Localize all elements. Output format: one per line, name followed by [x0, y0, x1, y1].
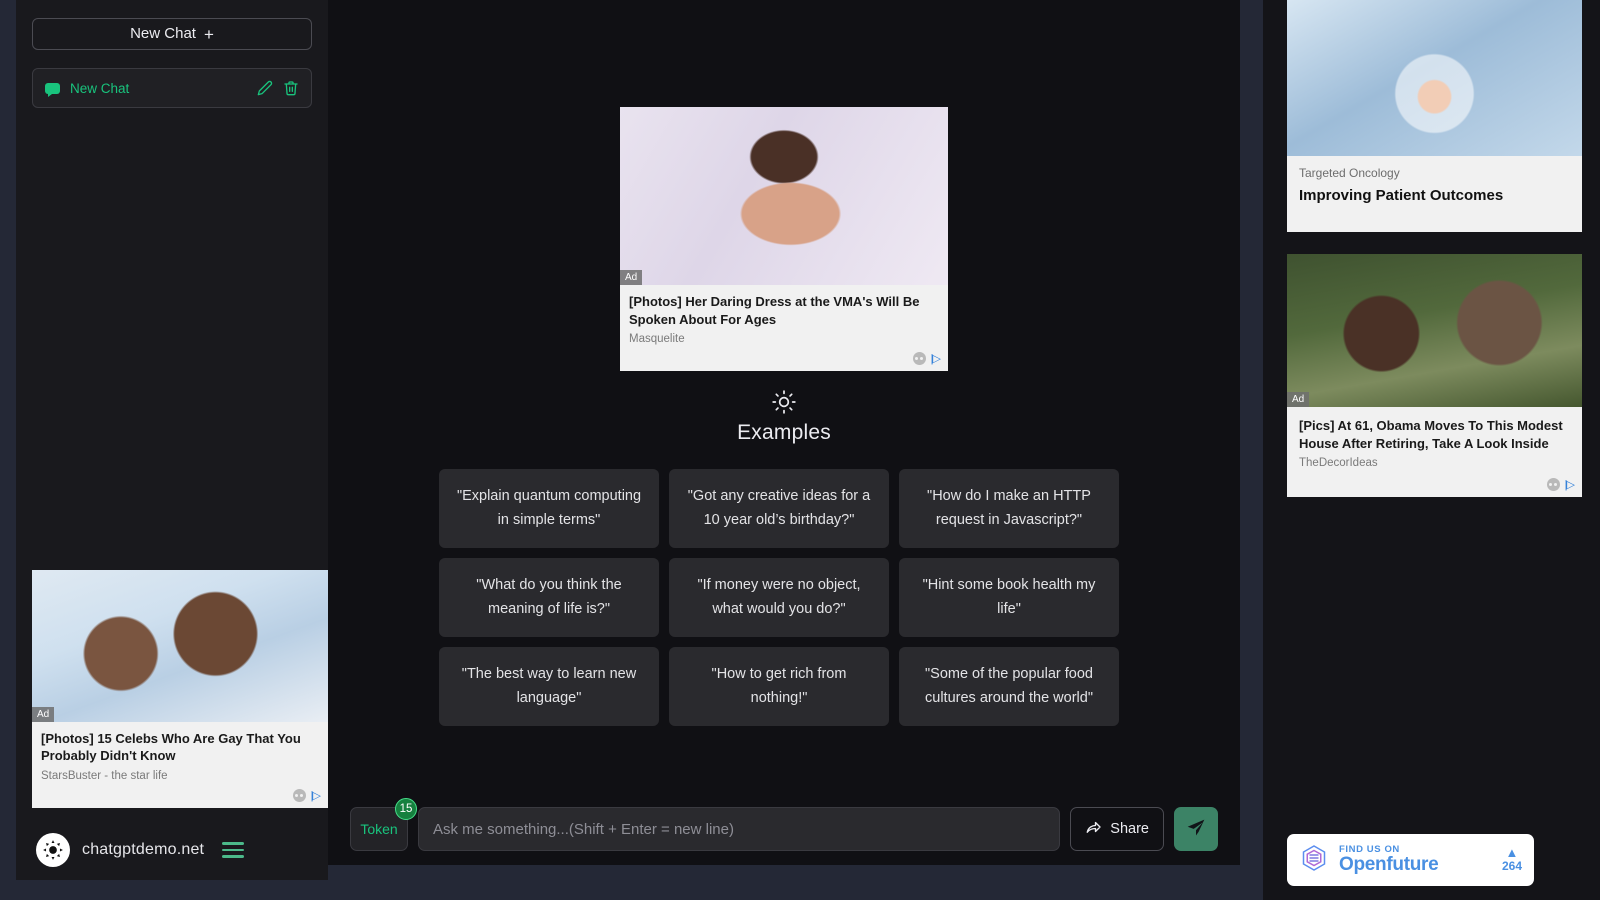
- trash-icon[interactable]: [283, 80, 299, 96]
- right-ad-medical-headline: Improving Patient Outcomes: [1299, 187, 1504, 204]
- sidebar-ad[interactable]: Ad [Photos] 15 Celebs Who Are Gay That Y…: [32, 569, 328, 808]
- ad-badge: Ad: [1287, 392, 1310, 407]
- ad-face-icon[interactable]: [912, 352, 926, 366]
- example-card[interactable]: "Explain quantum computing in simple ter…: [439, 469, 659, 549]
- sidebar-ad-body: [Photos] 15 Celebs Who Are Gay That You …: [32, 721, 328, 786]
- new-chat-label: New Chat: [130, 25, 196, 42]
- right-ad-obama-title: [Pics] At 61, Obama Moves To This Modest…: [1299, 418, 1563, 451]
- new-chat-button[interactable]: New Chat +: [32, 18, 312, 50]
- example-card[interactable]: "How do I make an HTTP request in Javasc…: [899, 469, 1119, 549]
- prompt-input[interactable]: [418, 807, 1061, 851]
- share-label: Share: [1110, 821, 1149, 837]
- right-ad-medical-body: Targeted Oncology Improving Patient Outc…: [1287, 156, 1582, 232]
- sun-icon: [771, 389, 797, 415]
- right-ad-obama-body: [Pics] At 61, Obama Moves To This Modest…: [1287, 407, 1582, 476]
- right-sidebar: ▷ Targeted Oncology Improving Patient Ou…: [1263, 0, 1600, 900]
- openfuture-name: Openfuture: [1339, 854, 1439, 876]
- example-card[interactable]: "Got any creative ideas for a 10 year ol…: [669, 469, 889, 549]
- sun-logo-icon: [36, 833, 70, 867]
- examples-heading: Examples: [737, 421, 831, 445]
- ad-face-icon[interactable]: [1546, 478, 1560, 492]
- composer-bar: Token 15 Share: [328, 793, 1240, 865]
- token-button[interactable]: Token 15: [350, 798, 417, 851]
- openfuture-text: FIND US ON Openfuture: [1339, 845, 1492, 875]
- example-card[interactable]: "What do you think the meaning of life i…: [439, 558, 659, 638]
- chat-list: New Chat: [32, 68, 312, 108]
- chat-actions: [257, 80, 299, 96]
- sidebar-ad-image: Ad: [32, 569, 328, 722]
- brand-row: chatgptdemo.net: [36, 820, 312, 880]
- token-count-badge: 15: [395, 798, 417, 820]
- pencil-icon[interactable]: [257, 80, 273, 96]
- sidebar-ad-footer: |▷: [32, 786, 328, 808]
- ad-face-icon[interactable]: [292, 789, 306, 802]
- main-content: Ad [Photos] Her Daring Dress at the VMA'…: [328, 0, 1240, 865]
- sidebar-ad-title: [Photos] 15 Celebs Who Are Gay That You …: [41, 730, 301, 764]
- main-ad-source: Masquelite: [629, 333, 685, 346]
- openfuture-vote-count: 264: [1501, 859, 1522, 873]
- right-ad-obama-footer: |▷: [1287, 475, 1582, 498]
- openfuture-vote[interactable]: ▲ 264: [1501, 846, 1522, 873]
- right-ad-medical[interactable]: ▷ Targeted Oncology Improving Patient Ou…: [1287, 0, 1582, 232]
- paper-plane-icon: [1186, 818, 1206, 841]
- main-ad[interactable]: Ad [Photos] Her Daring Dress at the VMA'…: [620, 107, 948, 372]
- examples-grid: "Explain quantum computing in simple ter…: [439, 469, 1129, 726]
- example-card[interactable]: "Hint some book health my life": [899, 558, 1119, 638]
- example-card[interactable]: "If money were no object, what would you…: [669, 558, 889, 638]
- adchoices-icon[interactable]: |▷: [1565, 478, 1575, 491]
- main-ad-title: [Photos] Her Daring Dress at the VMA's W…: [629, 294, 920, 327]
- chat-list-item[interactable]: New Chat: [32, 68, 312, 108]
- main-ad-footer: |▷: [620, 349, 948, 372]
- chatgpt-demo-app: New Chat + New Chat Ad [Photos] 15 Celeb…: [0, 0, 1600, 900]
- token-label: Token: [360, 821, 398, 837]
- send-button[interactable]: [1174, 807, 1218, 851]
- share-arrow-icon: [1085, 818, 1103, 840]
- ad-badge: Ad: [620, 270, 643, 285]
- example-card[interactable]: "The best way to learn new language": [439, 647, 659, 726]
- chat-bubble-icon: [45, 82, 60, 97]
- chat-item-label: New Chat: [70, 80, 130, 96]
- share-button[interactable]: Share: [1070, 807, 1164, 851]
- upvote-triangle-icon[interactable]: ▲: [1502, 846, 1522, 859]
- right-ad-obama[interactable]: Ad [Pics] At 61, Obama Moves To This Mod…: [1287, 254, 1582, 498]
- example-card[interactable]: "Some of the popular food cultures aroun…: [899, 647, 1119, 726]
- brand-name: chatgptdemo.net: [82, 841, 205, 858]
- adchoices-icon[interactable]: |▷: [311, 789, 321, 802]
- adchoices-icon[interactable]: |▷: [931, 352, 941, 365]
- left-sidebar: New Chat + New Chat Ad [Photos] 15 Celeb…: [16, 0, 328, 880]
- right-ad-obama-source: TheDecorIdeas: [1299, 457, 1378, 470]
- right-ad-obama-image: Ad: [1287, 254, 1582, 407]
- example-card[interactable]: "How to get rich from nothing!": [669, 647, 889, 726]
- right-ad-medical-label: Targeted Oncology: [1299, 166, 1400, 180]
- openfuture-widget[interactable]: FIND US ON Openfuture ▲ 264: [1287, 834, 1534, 886]
- ad-badge: Ad: [32, 706, 55, 722]
- examples-section: Examples "Explain quantum computing in s…: [439, 389, 1129, 726]
- right-ad-medical-image: [1287, 0, 1582, 156]
- openfuture-logo-icon: [1299, 843, 1329, 878]
- main-ad-body: [Photos] Her Daring Dress at the VMA's W…: [620, 285, 948, 350]
- hamburger-icon[interactable]: [222, 842, 245, 858]
- main-ad-image: Ad: [620, 107, 948, 285]
- plus-icon: +: [203, 24, 214, 44]
- sidebar-ad-source: StarsBuster - the star life: [41, 770, 168, 782]
